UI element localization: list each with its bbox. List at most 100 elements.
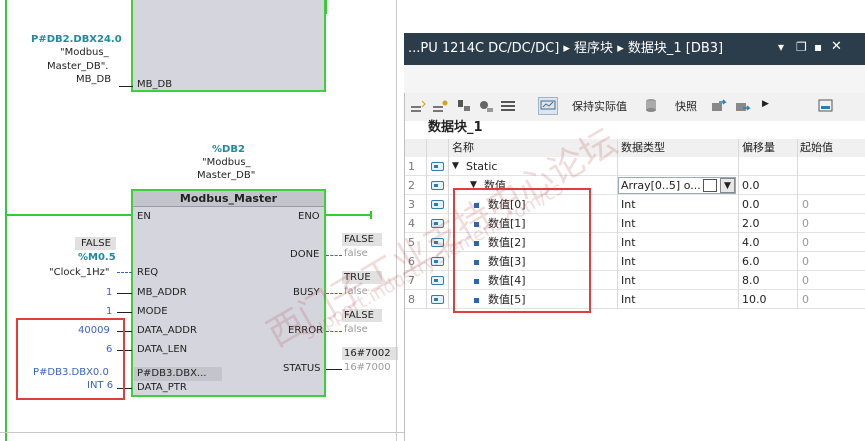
left-power-rail xyxy=(5,0,7,441)
row-number: 7 xyxy=(408,274,415,287)
column-header-datatype[interactable]: 数据类型 xyxy=(621,139,665,157)
snapshot-button[interactable]: 快照 xyxy=(675,100,697,113)
network-right-border xyxy=(396,0,397,441)
row-number: 2 xyxy=(408,179,415,192)
datatype-dropdown-icon[interactable]: ▼ xyxy=(720,178,735,193)
data-type[interactable]: Int xyxy=(621,252,636,271)
datatype-field[interactable] xyxy=(618,177,736,194)
table-row[interactable]: 1 ▼ Static xyxy=(404,157,865,176)
data-type[interactable]: Int xyxy=(621,214,636,233)
mb-addr-wire xyxy=(117,293,132,294)
busy-status: TRUE xyxy=(344,272,371,283)
data-type[interactable]: Int xyxy=(621,271,636,290)
offset-value: 2.0 xyxy=(742,217,760,230)
mb-db-address: P#DB2.DBX24.0 xyxy=(31,34,122,45)
column-separator xyxy=(448,139,449,309)
start-value[interactable]: 0 xyxy=(802,195,809,214)
start-value[interactable]: 0 xyxy=(802,233,809,252)
offset-value: 10.0 xyxy=(742,293,767,306)
mb-db-wire xyxy=(119,86,133,87)
error-value: false xyxy=(344,324,368,335)
req-tag: "Clock_1Hz" xyxy=(49,267,110,278)
toolbar-right-icon[interactable] xyxy=(817,98,835,114)
column-header-start-value[interactable]: 起始值 xyxy=(800,139,833,157)
start-value[interactable]: 0 xyxy=(802,214,809,233)
offset-value: 4.0 xyxy=(742,236,760,249)
eno-wire xyxy=(326,214,370,216)
variable-name[interactable]: Static xyxy=(466,157,497,176)
status-wire xyxy=(326,369,342,370)
list-view-icon[interactable] xyxy=(500,99,516,113)
panel-title: ...PU 1214C DC/DC/DC] ▸ 程序块 ▸ 数据块_1 [DB3… xyxy=(408,41,724,56)
column-separator xyxy=(738,139,739,309)
column-separator xyxy=(617,139,618,309)
column-separator xyxy=(797,139,798,309)
panel-collapse-icon[interactable]: ▾ xyxy=(778,41,784,54)
done-status: FALSE xyxy=(344,234,374,245)
row-number: 5 xyxy=(408,236,415,249)
req-wire xyxy=(117,272,132,273)
settings-icon[interactable] xyxy=(478,99,494,113)
top-rail-wire xyxy=(325,0,327,14)
mode-value[interactable]: 1 xyxy=(106,305,112,318)
eno-wire-tip xyxy=(370,211,372,219)
start-value[interactable]: 0 xyxy=(802,290,809,309)
variable-icon xyxy=(431,195,444,214)
req-status: FALSE xyxy=(81,238,111,249)
insert-row-icon[interactable] xyxy=(410,100,426,113)
error-wire xyxy=(326,331,342,332)
column-header-offset[interactable]: 偏移量 xyxy=(742,139,775,157)
element-highlight-box xyxy=(453,188,591,313)
variable-icon xyxy=(431,252,444,271)
monitor-icon[interactable] xyxy=(538,97,558,115)
done-value: false xyxy=(344,248,368,259)
pin-req: REQ xyxy=(137,267,159,278)
keep-actual-values-button[interactable]: 保持实际值 xyxy=(572,100,627,113)
variable-icon xyxy=(431,176,444,195)
variable-icon xyxy=(431,271,444,290)
instance-db-name-line2: Master_DB" xyxy=(197,170,256,181)
busy-value: false xyxy=(344,286,368,297)
column-separator xyxy=(426,139,427,309)
database-icon[interactable] xyxy=(644,98,660,114)
add-row-icon[interactable] xyxy=(432,100,448,113)
data-type[interactable]: Int xyxy=(621,233,636,252)
row-number: 8 xyxy=(408,293,415,306)
start-value[interactable]: 0 xyxy=(802,271,809,290)
toolbar-more-icon[interactable]: ▶ xyxy=(762,98,769,111)
offset-value: 0.0 xyxy=(742,198,760,211)
mb-db-name-line2: Master_DB". xyxy=(47,61,109,72)
panel-maximize-icon[interactable]: ▪ xyxy=(814,41,822,54)
offset-value: 6.0 xyxy=(742,255,760,268)
expand-icon[interactable] xyxy=(456,99,472,113)
column-header-name[interactable]: 名称 xyxy=(452,139,474,157)
error-status: FALSE xyxy=(344,310,374,321)
status-status: 16#7002 xyxy=(344,348,391,359)
status-value: 16#7000 xyxy=(344,362,391,373)
variable-icon xyxy=(431,290,444,309)
panel-title-bar: ...PU 1214C DC/DC/DC] ▸ 程序块 ▸ 数据块_1 [DB3… xyxy=(404,33,865,65)
start-value[interactable]: 0 xyxy=(802,252,809,271)
mb-db-name-line1: "Modbus_ xyxy=(60,47,109,58)
pin-mode: MODE xyxy=(137,306,168,317)
variable-icon xyxy=(431,157,444,176)
expand-toggle-icon[interactable]: ▼ xyxy=(452,157,459,176)
pin-data-addr: DATA_ADDR xyxy=(137,325,197,336)
load-start-values-icon[interactable] xyxy=(734,98,752,114)
en-wire xyxy=(6,214,133,216)
array-editor-icon[interactable] xyxy=(703,179,717,192)
panel-close-icon[interactable]: ✕ xyxy=(831,40,842,53)
snapshot-to-start-icon[interactable] xyxy=(710,98,728,114)
instance-db-address: %DB2 xyxy=(212,144,245,155)
mb-addr-value[interactable]: 1 xyxy=(106,286,112,299)
variable-icon xyxy=(431,233,444,252)
data-type[interactable]: Int xyxy=(621,290,636,309)
pin-en: EN xyxy=(137,211,151,222)
data-type[interactable]: Int xyxy=(621,195,636,214)
panel-restore-icon[interactable]: ❐ xyxy=(796,41,807,54)
pin-error: ERROR xyxy=(288,325,324,336)
offset-value: 0.0 xyxy=(742,179,760,192)
busy-wire xyxy=(326,293,342,294)
pin-status: STATUS xyxy=(283,363,321,374)
panel-empty-area xyxy=(404,309,865,441)
